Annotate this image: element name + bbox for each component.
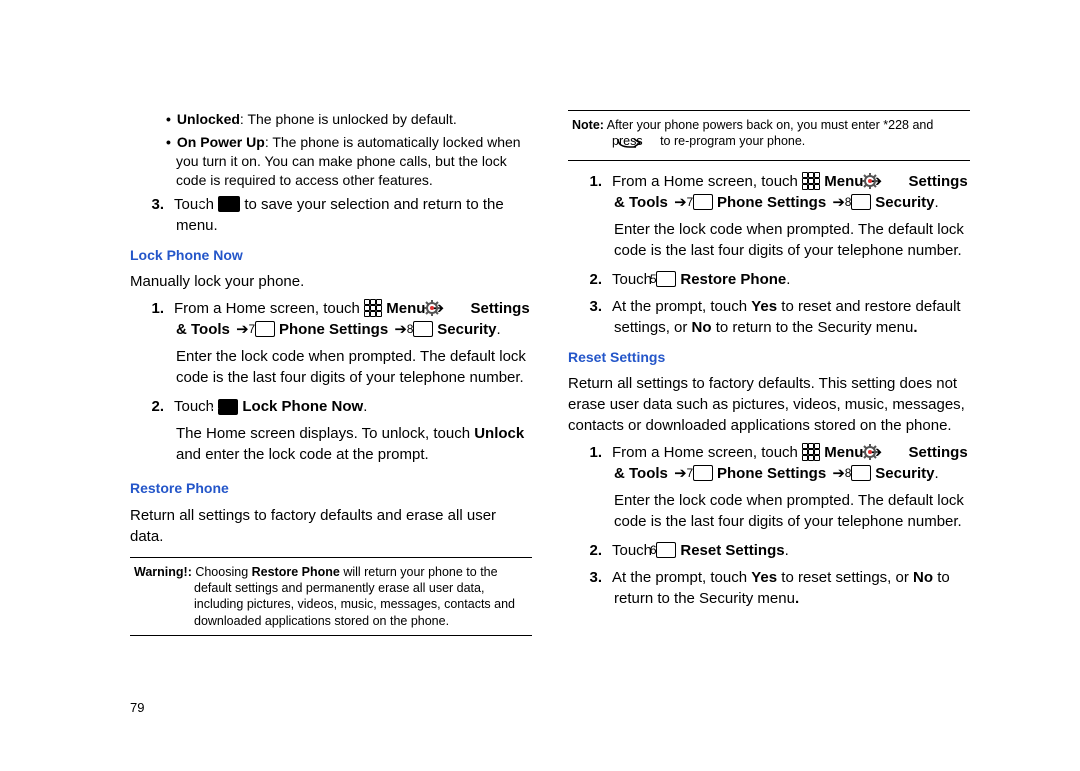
reset-step-3: 3.At the prompt, touch Yes to reset sett…	[568, 567, 970, 609]
keycap-8: 8	[851, 194, 871, 210]
keycap-7: 7	[693, 194, 713, 210]
keycap-8: 8	[851, 465, 871, 481]
nav-prefix: From a Home screen, touch	[174, 300, 364, 317]
step-number: 1.	[588, 171, 612, 192]
no-label: No	[913, 569, 933, 586]
warn-b: Restore Phone	[252, 565, 340, 579]
period: .	[913, 319, 917, 336]
note-text: Note: After your phone powers back on, y…	[572, 117, 966, 154]
period: .	[934, 465, 938, 482]
gear-icon	[888, 173, 904, 189]
gear-icon	[450, 300, 466, 316]
restore-step-2: 2.Touch 5 Restore Phone.	[568, 269, 970, 290]
keycap-6: 6	[656, 542, 676, 558]
left-step-3: 3.Touch to save your selection and retur…	[130, 194, 532, 236]
heading-restore-phone: Restore Phone	[130, 479, 532, 499]
bullet-onpowerup: •On Power Up: The phone is automatically…	[130, 133, 532, 190]
security-label: Security	[875, 194, 934, 211]
menu-grid-icon	[364, 299, 382, 317]
period: .	[496, 321, 500, 338]
lock-intro: Manually lock your phone.	[130, 271, 532, 292]
manual-page: •Unlocked: The phone is unlocked by defa…	[0, 0, 1080, 771]
heading-lock-phone-now: Lock Phone Now	[130, 246, 532, 266]
period: .	[795, 590, 799, 607]
gear-icon	[888, 444, 904, 460]
restore-phone-label: Restore Phone	[680, 271, 786, 288]
s3c: to return to the Security menu	[712, 319, 914, 336]
nav-prefix: From a Home screen, touch	[612, 173, 802, 190]
step-number: 3.	[150, 194, 174, 215]
keycap-8: 8	[413, 321, 433, 337]
r3a: At the prompt, touch	[612, 569, 751, 586]
reset-step-2: 2.Touch 6 Reset Settings.	[568, 540, 970, 561]
nav-prefix: From a Home screen, touch	[612, 444, 802, 461]
note-box: Note: After your phone powers back on, y…	[568, 110, 970, 161]
note-lead: Note:	[572, 118, 604, 132]
right-column: Note: After your phone powers back on, y…	[568, 110, 970, 646]
no-label: No	[692, 319, 712, 336]
period: .	[786, 271, 790, 288]
step-number: 1.	[588, 442, 612, 463]
restore-step-1-follow: Enter the lock code when prompted. The d…	[568, 219, 970, 261]
bullet-lead: Unlocked	[177, 111, 240, 127]
lock-step-2: 2.Touch 4 Lock Phone Now.	[130, 396, 532, 417]
keycap-4: 4	[218, 399, 238, 415]
result-b: and enter the lock code at the prompt.	[176, 446, 429, 463]
restore-step-3: 3.At the prompt, touch Yes to reset and …	[568, 296, 970, 338]
bullet-lead: On Power Up	[177, 134, 265, 150]
yes-label: Yes	[751, 298, 777, 315]
phone-settings-label: Phone Settings	[717, 465, 826, 482]
lock-step-2-follow: The Home screen displays. To unlock, tou…	[130, 423, 532, 465]
two-column-layout: •Unlocked: The phone is unlocked by defa…	[130, 110, 970, 646]
reset-intro: Return all settings to factory defaults.…	[568, 373, 970, 436]
reset-settings-label: Reset Settings	[680, 542, 784, 559]
bullet-dot: •	[166, 134, 177, 150]
lock-phone-now-label: Lock Phone Now	[242, 398, 363, 415]
security-label: Security	[437, 321, 496, 338]
phone-settings-label: Phone Settings	[279, 321, 388, 338]
menu-label: Menu	[824, 444, 863, 461]
yes-label: Yes	[751, 569, 777, 586]
period: .	[934, 194, 938, 211]
phone-settings-label: Phone Settings	[717, 194, 826, 211]
warn-a: Choosing	[192, 565, 252, 579]
s3a: At the prompt, touch	[612, 298, 751, 315]
menu-label: Menu	[824, 173, 863, 190]
warning-text: Warning!: Choosing Restore Phone will re…	[134, 564, 528, 629]
restore-step-1: 1.From a Home screen, touch Menu ➔ Setti…	[568, 171, 970, 213]
step-number: 2.	[588, 269, 612, 290]
note-body-2: to re-program your phone.	[660, 134, 805, 148]
page-number: 79	[130, 700, 144, 715]
menu-grid-icon	[802, 443, 820, 461]
bullet-unlocked: •Unlocked: The phone is unlocked by defa…	[130, 110, 532, 129]
keycap-5: 5	[656, 271, 676, 287]
back-icon	[218, 196, 240, 212]
menu-grid-icon	[802, 172, 820, 190]
lock-step-1-follow: Enter the lock code when prompted. The d…	[130, 346, 532, 388]
warning-box: Warning!: Choosing Restore Phone will re…	[130, 557, 532, 636]
left-column: •Unlocked: The phone is unlocked by defa…	[130, 110, 532, 646]
warning-lead: Warning!:	[134, 565, 192, 579]
reset-step-1-follow: Enter the lock code when prompted. The d…	[568, 490, 970, 532]
result-a: The Home screen displays. To unlock, tou…	[176, 425, 474, 442]
step-number: 1.	[150, 298, 174, 319]
period: .	[363, 398, 367, 415]
menu-label: Menu	[386, 300, 425, 317]
keycap-7: 7	[255, 321, 275, 337]
restore-intro: Return all settings to factory defaults …	[130, 505, 532, 547]
lock-step-1: 1.From a Home screen, touch Menu ➔ Setti…	[130, 298, 532, 340]
security-label: Security	[875, 465, 934, 482]
bullet-dot: •	[166, 111, 177, 127]
bullet-text: : The phone is unlocked by default.	[240, 111, 457, 127]
heading-reset-settings: Reset Settings	[568, 348, 970, 368]
step-number: 2.	[588, 540, 612, 561]
keycap-7: 7	[693, 465, 713, 481]
step-number: 2.	[150, 396, 174, 417]
step-number: 3.	[588, 296, 612, 317]
unlock-label: Unlock	[474, 425, 524, 442]
r3b: to reset settings, or	[777, 569, 913, 586]
step-number: 3.	[588, 567, 612, 588]
reset-step-1: 1.From a Home screen, touch Menu ➔ Setti…	[568, 442, 970, 484]
period: .	[785, 542, 789, 559]
